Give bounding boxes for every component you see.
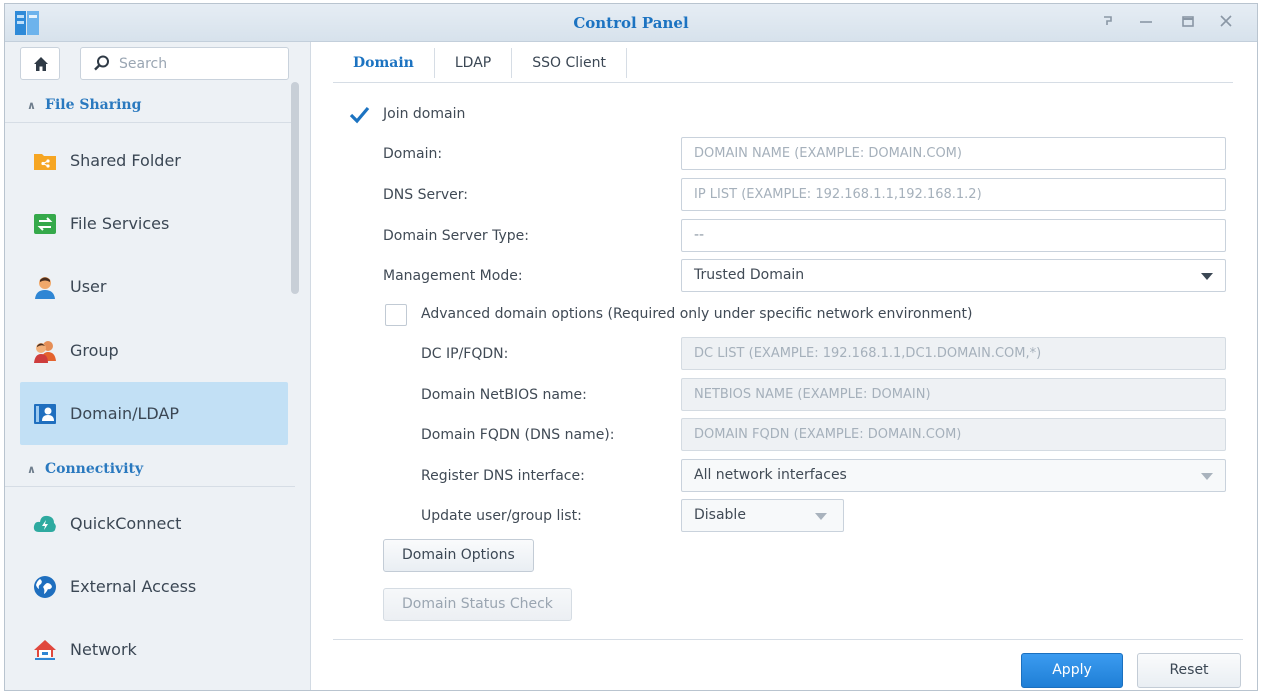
sidebar-item-shared-folder[interactable]: Shared Folder	[20, 129, 288, 192]
domain-status-check-button[interactable]: Domain Status Check	[383, 588, 572, 621]
sidebar-item-label: External Access	[70, 577, 197, 596]
tab-sso-client[interactable]: SSO Client	[512, 48, 628, 78]
netbios-label: Domain NetBIOS name:	[421, 387, 587, 403]
fqdn-label: Domain FQDN (DNS name):	[421, 427, 615, 443]
section-label: Connectivity	[45, 461, 144, 477]
sidebar-item-user[interactable]: User	[20, 255, 288, 318]
domain-ldap-icon	[34, 403, 56, 424]
help-icon	[1104, 16, 1112, 25]
join-domain-checkbox[interactable]	[348, 104, 370, 126]
section-label: File Sharing	[45, 97, 142, 113]
checkmark-icon	[349, 106, 370, 124]
domain-server-type-label: Domain Server Type:	[383, 228, 530, 244]
search-icon	[94, 55, 109, 71]
section-connectivity[interactable]: ∧ Connectivity	[5, 451, 295, 487]
netbios-input[interactable]	[682, 379, 1225, 410]
register-dns-select[interactable]: All network interfaces	[681, 459, 1226, 492]
chevron-up-icon: ∧	[27, 99, 36, 112]
main-panel: Domain LDAP SSO Client Join domain Domai…	[311, 42, 1257, 690]
home-icon	[34, 57, 48, 71]
advanced-options-checkbox[interactable]	[385, 304, 407, 326]
section-file-sharing[interactable]: ∧ File Sharing	[5, 87, 295, 123]
sidebar-item-file-services[interactable]: File Services	[20, 192, 288, 255]
search-input[interactable]	[119, 48, 284, 79]
sidebar-item-quickconnect[interactable]: QuickConnect	[20, 492, 288, 555]
sidebar-item-label: Network	[70, 640, 137, 659]
dc-ip-field[interactable]	[681, 337, 1226, 370]
update-list-select[interactable]: Disable	[681, 499, 844, 532]
minimize-icon	[1140, 21, 1152, 23]
help-button[interactable]	[1097, 12, 1119, 34]
sidebar-scrollbar[interactable]	[291, 82, 299, 294]
sidebar-item-domain-ldap[interactable]: Domain/LDAP	[20, 382, 288, 445]
tab-ldap[interactable]: LDAP	[435, 48, 513, 78]
sidebar-item-group[interactable]: Group	[20, 319, 288, 382]
footer-divider	[333, 639, 1243, 640]
domain-input[interactable]	[682, 138, 1225, 169]
dc-ip-input[interactable]	[682, 338, 1225, 369]
apply-button[interactable]: Apply	[1021, 653, 1123, 688]
tab-bar: Domain LDAP SSO Client	[333, 48, 1233, 83]
sidebar-item-label: Group	[70, 341, 119, 360]
network-icon	[34, 639, 56, 660]
domain-field[interactable]	[681, 137, 1226, 170]
maximize-button[interactable]	[1177, 12, 1199, 34]
reset-button[interactable]: Reset	[1137, 653, 1241, 688]
minimize-button[interactable]	[1135, 12, 1157, 34]
update-list-label: Update user/group list:	[421, 508, 582, 524]
search-box[interactable]	[80, 47, 289, 80]
caret-down-icon	[815, 513, 827, 520]
register-dns-label: Register DNS interface:	[421, 468, 585, 484]
quickconnect-icon	[33, 515, 56, 532]
domain-options-button[interactable]: Domain Options	[383, 539, 534, 572]
control-panel-window: Control Panel ∧ File Sharing	[4, 3, 1258, 691]
sidebar-item-external-access[interactable]: External Access	[20, 555, 288, 618]
sidebar: ∧ File Sharing Shared Folder File Service…	[5, 42, 311, 690]
home-button[interactable]	[20, 47, 60, 80]
advanced-options-label: Advanced domain options (Required only u…	[421, 306, 973, 322]
fqdn-input[interactable]	[682, 419, 1225, 450]
maximize-icon	[1182, 16, 1194, 27]
group-icon	[34, 340, 56, 363]
dns-server-label: DNS Server:	[383, 187, 468, 203]
close-button[interactable]	[1215, 12, 1237, 34]
register-dns-value: All network interfaces	[694, 467, 847, 483]
domain-server-type-value: --	[694, 227, 705, 243]
sidebar-item-label: User	[70, 277, 107, 296]
domain-label: Domain:	[383, 146, 443, 162]
netbios-field[interactable]	[681, 378, 1226, 411]
title-bar[interactable]: Control Panel	[5, 4, 1257, 42]
shared-folder-icon	[34, 153, 56, 170]
sidebar-item-network[interactable]: Network	[20, 618, 288, 681]
close-icon	[1220, 15, 1232, 27]
management-mode-select[interactable]: Trusted Domain	[681, 259, 1226, 292]
globe-icon	[34, 575, 56, 598]
user-icon	[35, 276, 55, 299]
caret-down-icon	[1201, 473, 1213, 480]
sidebar-item-label: Domain/LDAP	[70, 404, 180, 423]
window-title: Control Panel	[573, 14, 689, 32]
dns-server-field[interactable]	[681, 178, 1226, 211]
tab-domain[interactable]: Domain	[333, 48, 435, 78]
caret-down-icon	[1201, 273, 1213, 280]
domain-server-type-field: --	[681, 219, 1226, 252]
management-mode-value: Trusted Domain	[694, 267, 805, 283]
dc-ip-label: DC IP/FQDN:	[421, 346, 509, 362]
sidebar-item-label: File Services	[70, 214, 170, 233]
management-mode-label: Management Mode:	[383, 268, 523, 284]
dns-server-input[interactable]	[682, 179, 1225, 210]
sidebar-item-label: QuickConnect	[70, 514, 182, 533]
sidebar-item-label: Shared Folder	[70, 151, 181, 170]
fqdn-field[interactable]	[681, 418, 1226, 451]
update-list-value: Disable	[694, 507, 746, 523]
file-services-icon	[34, 213, 56, 234]
join-domain-label: Join domain	[383, 106, 466, 122]
chevron-up-icon: ∧	[27, 463, 36, 476]
